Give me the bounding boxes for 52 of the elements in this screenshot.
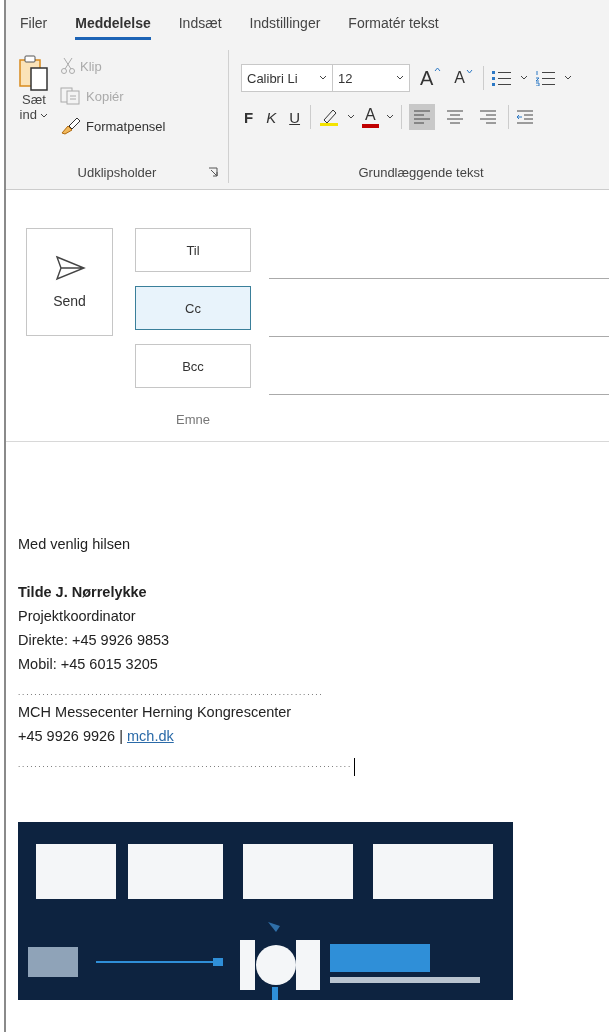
recipient-button[interactable]: Bcc bbox=[135, 344, 251, 388]
signature-text: Med venlig hilsen bbox=[18, 536, 131, 552]
caret-icon[interactable] bbox=[347, 114, 356, 120]
scissors-icon bbox=[60, 57, 76, 75]
recipient-button[interactable]: Cc bbox=[135, 286, 251, 330]
caret-icon bbox=[319, 75, 327, 81]
align-right-icon bbox=[478, 109, 497, 125]
recipient-button[interactable]: Til bbox=[135, 228, 251, 272]
caret-icon[interactable] bbox=[520, 75, 528, 81]
font-color-button[interactable]: A bbox=[362, 106, 379, 128]
signature-text: Direkte: +45 9926 9853 bbox=[18, 632, 170, 648]
clipboard-icon bbox=[18, 54, 50, 92]
font-size-dropdown[interactable]: 12 bbox=[332, 64, 410, 92]
ribbon-tab[interactable]: Filer bbox=[20, 6, 48, 40]
dotted-separator: ........................................................................... bbox=[18, 687, 324, 699]
signature-text: +45 9926 9926 | bbox=[18, 728, 124, 744]
ribbon-tab[interactable]: Meddelelse bbox=[75, 6, 151, 40]
ribbon-tab[interactable]: Indsæt bbox=[178, 6, 222, 40]
bullet-list-icon[interactable] bbox=[491, 70, 513, 86]
caret-icon[interactable] bbox=[564, 75, 572, 81]
font-dropdown[interactable]: Calibri Li bbox=[241, 64, 333, 92]
ribbon-tab[interactable]: Indstillinger bbox=[249, 6, 321, 40]
send-icon bbox=[53, 255, 86, 281]
bold-button[interactable]: F bbox=[241, 108, 257, 126]
caret-icon bbox=[396, 75, 404, 81]
signature-text: Mobil: +45 6015 3205 bbox=[18, 656, 158, 672]
dotted-separator: .................................................................................. bbox=[18, 759, 352, 771]
signature-text: Projektkoordinator bbox=[18, 608, 136, 624]
subject-label: Emne bbox=[175, 411, 211, 427]
signature-name: Tilde J. Nørrelykke bbox=[18, 584, 147, 600]
copy-icon bbox=[60, 87, 82, 105]
numbered-list-icon[interactable] bbox=[535, 70, 557, 86]
caret-icon bbox=[40, 113, 49, 119]
signature-text: MCH Messecenter Herning Kongrescenter bbox=[18, 704, 292, 720]
underline-button[interactable]: U bbox=[286, 108, 304, 126]
send-button[interactable]: Send bbox=[26, 228, 113, 336]
paste-button[interactable]: Sæt ind bbox=[12, 54, 56, 157]
align-left-button[interactable] bbox=[408, 104, 435, 130]
group-label: Udklipsholder bbox=[77, 164, 157, 180]
highlighter-icon[interactable] bbox=[318, 107, 341, 127]
painter-button[interactable]: Formatpensel bbox=[60, 114, 166, 138]
paintbrush-icon bbox=[60, 117, 82, 135]
group-label: Grundlæggende tekst bbox=[358, 164, 484, 180]
caret-icon[interactable] bbox=[385, 114, 394, 120]
shrink-font-button[interactable]: A bbox=[451, 69, 476, 87]
align-center-icon bbox=[445, 109, 464, 125]
dialog-launcher-icon[interactable] bbox=[208, 167, 218, 177]
ribbon-tab[interactable]: Formatér tekst bbox=[348, 6, 439, 40]
italic-button[interactable]: K bbox=[263, 108, 280, 126]
website-link[interactable]: mch.dk bbox=[127, 728, 174, 744]
align-left-icon bbox=[412, 109, 431, 125]
grow-font-button[interactable]: A bbox=[417, 66, 445, 90]
